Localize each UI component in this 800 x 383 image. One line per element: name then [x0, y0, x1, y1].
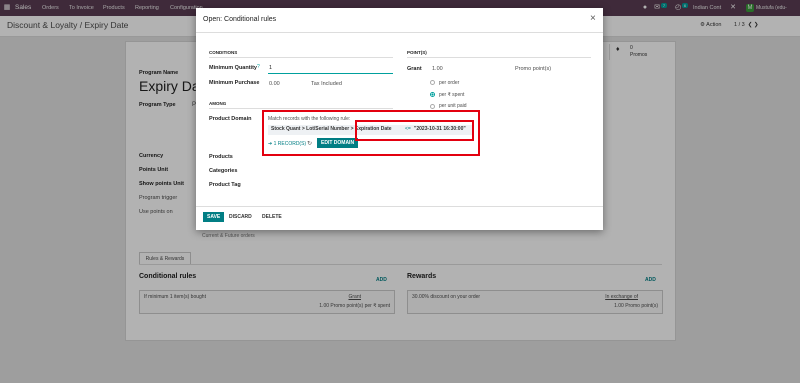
- save-button[interactable]: SAVE: [203, 212, 225, 222]
- min-qty-underline: [268, 73, 393, 74]
- categories-label: Categories: [209, 168, 238, 174]
- min-purchase-input[interactable]: 0.00: [269, 81, 280, 87]
- among-heading: AMONG: [209, 101, 227, 106]
- radio-per-unit[interactable]: [430, 104, 435, 109]
- points-divider: [407, 57, 591, 58]
- product-domain-label: Product Domain: [209, 116, 252, 122]
- min-qty-label: Minimum Quantity: [209, 65, 257, 71]
- min-purchase-label: Minimum Purchase: [209, 80, 260, 86]
- conditions-heading: CONDITIONS: [209, 50, 238, 55]
- tax-included-select[interactable]: Tax Included: [311, 81, 342, 87]
- dialog-title: Open: Conditional rules: [203, 16, 277, 23]
- products-label: Products: [209, 154, 233, 160]
- points-heading: POINT(S): [407, 50, 427, 55]
- option-per-unit: per unit paid: [439, 103, 467, 109]
- min-qty-input[interactable]: 1: [269, 65, 272, 71]
- radio-per-order[interactable]: [430, 80, 435, 85]
- close-icon[interactable]: ×: [590, 13, 596, 24]
- discard-button[interactable]: DISCARD: [229, 212, 252, 222]
- delete-button[interactable]: DELETE: [262, 212, 282, 222]
- conditions-divider: [209, 57, 393, 58]
- grant-label: Grant: [407, 66, 422, 72]
- among-divider: [209, 108, 393, 109]
- highlight-date-box: [355, 120, 474, 141]
- product-tag-label: Product Tag: [209, 182, 241, 188]
- required-marker: ?: [257, 64, 260, 70]
- footer-divider: [196, 206, 603, 207]
- grant-unit: Promo point(s): [515, 66, 552, 72]
- radio-per-spent[interactable]: [430, 92, 435, 97]
- grant-input[interactable]: 1.00: [432, 66, 443, 72]
- header-divider: [196, 32, 603, 33]
- option-per-order: per order: [439, 80, 460, 86]
- option-per-spent: per ₹ spent: [439, 92, 465, 98]
